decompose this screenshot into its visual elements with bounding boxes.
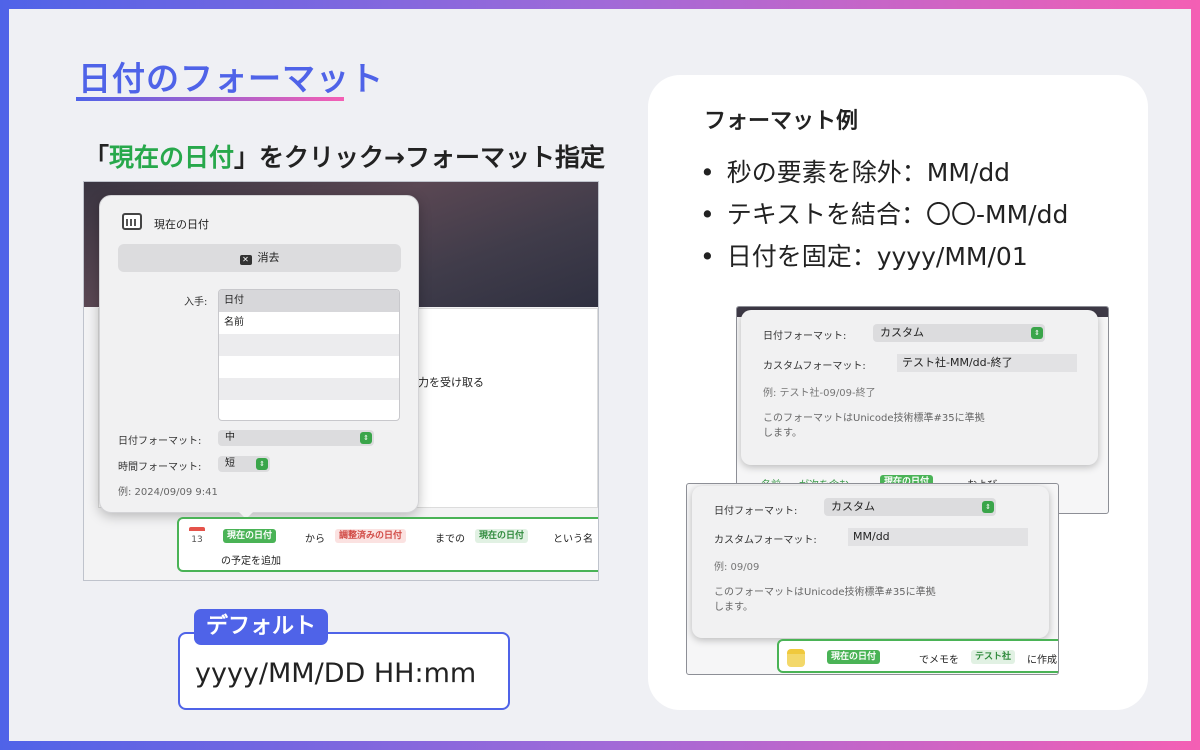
action-word: という名 [553,534,593,545]
list-item: 日付を固定：yyyy/MM/01 [700,237,1068,279]
date-format-label: 日付フォーマット: [714,506,798,517]
action-line2: の予定を追加 [221,556,281,567]
default-format-value: yyyy/MM/DD HH:mm [195,658,477,689]
subtitle-prefix: 「 [84,143,110,172]
subtitle-highlight: 現在の日付 [109,143,235,172]
examples-list: 秒の要素を除外：MM/dd テキストを結合：〇〇-MM/dd 日付を固定：yyy… [700,153,1069,279]
add-event-action[interactable]: 13 現在の日付 から 調整済みの日付 までの 現在の日付 という名 の予定を追… [177,517,598,572]
action-word: から [305,534,325,545]
subtitle-suffix: 」をクリック→フォーマット指定 [234,143,605,172]
popover-title: 現在の日付 [154,218,209,231]
date-format-label: 日付フォーマット: [763,331,847,342]
clear-label: 消去 [257,251,280,264]
current-date-token[interactable]: 現在の日付 [475,529,529,543]
delete-icon: ✕ [239,255,252,265]
format-example: 例: 09/09 [714,562,760,573]
note-line: このフォーマットはUnicode技術標準#35に準拠 [714,587,936,598]
date-format-value: 中 [225,432,235,443]
custom-format-screenshot-b: 日付フォーマット: カスタム ⇕ カスタムフォーマット: MM/dd 例: 09/… [686,483,1059,675]
list-item[interactable] [219,400,399,420]
date-format-select[interactable]: カスタム ⇕ [824,498,996,516]
note-line: します。 [714,602,753,613]
date-format-select[interactable]: カスタム ⇕ [873,324,1045,342]
examples-title: フォーマット例 [704,109,859,134]
clear-button[interactable]: ✕ 消去 [118,244,401,272]
list-item: 秒の要素を除外：MM/dd [700,153,1068,195]
current-date-popover: 現在の日付 ✕ 消去 入手: 日付 名前 日付フォーマット: 中 ⇕ 時間フォーマッ… [99,195,419,513]
input-label: 入手: [184,297,208,308]
time-format-select[interactable]: 短 ⇕ [218,456,270,472]
custom-format-label: カスタムフォーマット: [763,361,866,372]
chevron-updown-icon: ⇕ [1031,327,1043,339]
create-note-action[interactable]: 現在の日付 でメモを テスト社 に作成 [777,639,1058,673]
instruction-subtitle: 「現在の日付」をクリック→フォーマット指定 [84,138,605,174]
date-format-select[interactable]: 中 ⇕ [218,430,374,446]
date-format-label: 日付フォーマット: [118,436,202,447]
format-example: 例: 2024/09/09 9:41 [118,487,218,498]
list-item[interactable] [219,378,399,400]
date-format-value: カスタム [880,326,924,339]
chevron-updown-icon: ⇕ [256,458,268,470]
note-line: このフォーマットはUnicode技術標準#35に準拠 [763,413,985,424]
list-item[interactable]: 名前 [219,312,399,334]
action-word: でメモを [919,655,959,666]
custom-format-field[interactable]: テスト社-MM/dd-終了 [897,354,1077,372]
company-token[interactable]: テスト社 [971,650,1016,664]
note-line: します。 [763,428,802,439]
calendar-icon [122,213,142,230]
time-format-value: 短 [225,458,235,469]
custom-format-field[interactable]: MM/dd [848,528,1028,546]
action-word: に作成 [1027,655,1057,666]
adjusted-date-token[interactable]: 調整済みの日付 [335,529,407,543]
date-format-value: カスタム [831,500,875,513]
unicode-note: このフォーマットはUnicode技術標準#35に準拠 します。 [714,585,936,615]
format-popover: 日付フォーマット: カスタム ⇕ カスタムフォーマット: MM/dd 例: 09/… [692,486,1049,638]
list-item: テキストを結合：〇〇-MM/dd [700,195,1069,237]
format-example: 例: テスト社-09/09-終了 [763,388,876,399]
custom-format-label: カスタムフォーマット: [714,535,817,546]
title-underline [76,97,344,101]
shortcut-screenshot: の入力を受け取る 現在の日付 ✕ 消去 入手: 日付 名前 日付フォーマット: 中… [83,181,599,581]
list-item[interactable] [219,334,399,356]
format-popover: 日付フォーマット: カスタム ⇕ カスタムフォーマット: テスト社-MM/dd-終… [741,310,1098,465]
current-date-token[interactable]: 現在の日付 [827,650,881,664]
list-item[interactable] [219,356,399,378]
action-word: までの [435,534,465,545]
time-format-label: 時間フォーマット: [118,462,202,473]
chevron-updown-icon: ⇕ [360,432,372,444]
page-title: 日付のフォーマット [78,59,384,98]
notes-app-icon [787,649,805,667]
list-item[interactable]: 日付 [219,290,399,312]
input-list[interactable]: 日付 名前 [218,289,400,421]
chevron-updown-icon: ⇕ [982,501,994,513]
default-tag: デフォルト [194,609,329,645]
unicode-note: このフォーマットはUnicode技術標準#35に準拠 します。 [763,411,985,441]
current-date-token[interactable]: 現在の日付 [223,529,277,543]
calendar-app-icon: 13 [189,527,205,545]
